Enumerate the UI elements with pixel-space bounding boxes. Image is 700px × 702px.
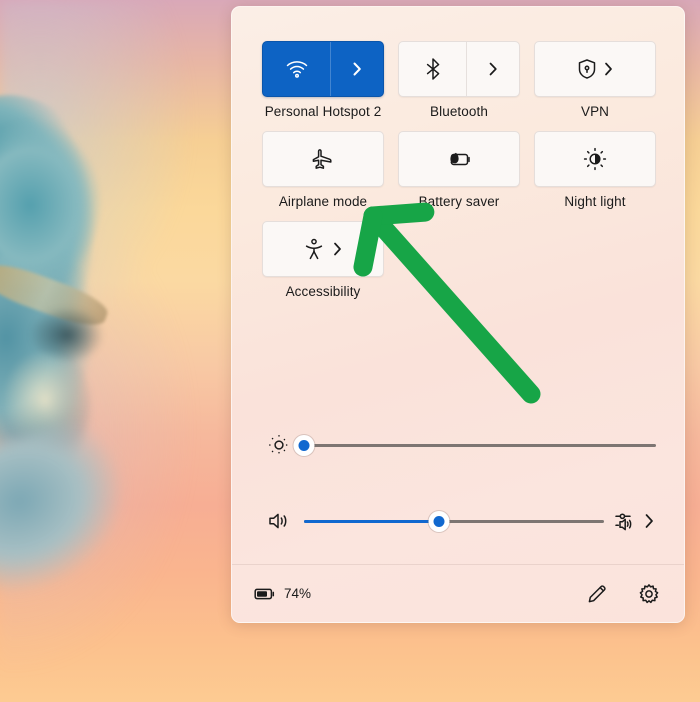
brightness-icon	[262, 434, 296, 456]
audio-output-picker[interactable]	[610, 510, 656, 532]
tile-cell-empty	[534, 221, 656, 300]
tile-bluetooth-toggle[interactable]	[399, 42, 466, 96]
quick-settings-tile-grid: Personal Hotspot 2 Bluetooth VPN Airplan…	[262, 41, 656, 311]
tile-label-airplane-mode: Airplane mode	[278, 194, 368, 209]
shield-lock-icon	[578, 59, 595, 79]
volume-icon	[262, 510, 296, 532]
tile-night-light-toggle[interactable]	[535, 132, 655, 186]
tile-cell-airplane-mode: Airplane mode	[262, 131, 384, 210]
tile-bluetooth-expand[interactable]	[466, 42, 519, 96]
tile-cell-battery-saver: Battery saver	[398, 131, 520, 210]
chevron-right-icon	[645, 514, 653, 528]
tile-personal-hotspot-2-toggle[interactable]	[263, 42, 330, 96]
sun-night-icon	[583, 147, 607, 171]
tile-cell-accessibility: Accessibility	[262, 221, 384, 300]
tile-cell-night-light: Night light	[534, 131, 656, 210]
tile-vpn-toggle[interactable]	[535, 42, 655, 96]
tile-row: Personal Hotspot 2 Bluetooth VPN	[262, 41, 656, 120]
tile-bluetooth[interactable]	[398, 41, 520, 97]
tile-label-personal-hotspot-2: Personal Hotspot 2	[264, 104, 382, 119]
tile-label-battery-saver: Battery saver	[418, 194, 500, 209]
edit-quick-settings-button[interactable]	[584, 581, 610, 607]
brightness-thumb[interactable]	[293, 434, 315, 456]
tile-vpn[interactable]	[534, 41, 656, 97]
airplane-icon	[312, 149, 332, 169]
wifi-icon	[286, 61, 307, 78]
tile-battery-saver-toggle[interactable]	[399, 132, 519, 186]
battery-percent-label: 74%	[284, 586, 312, 601]
audio-output-picker-icon	[615, 513, 632, 531]
tile-night-light[interactable]	[534, 131, 656, 187]
volume-fill	[304, 519, 439, 523]
chevron-right-icon	[604, 62, 612, 76]
tile-row: Accessibility	[262, 221, 656, 300]
accessibility-person-icon	[305, 238, 322, 260]
battery-status[interactable]: 74%	[254, 586, 311, 602]
chevron-right-icon	[333, 242, 341, 256]
tile-airplane-mode[interactable]	[262, 131, 384, 187]
brightness-slider[interactable]	[293, 433, 656, 457]
tile-label-bluetooth: Bluetooth	[430, 104, 488, 119]
volume-thumb[interactable]	[428, 510, 450, 532]
tile-label-vpn: VPN	[580, 104, 610, 119]
tile-cell-bluetooth: Bluetooth	[398, 41, 520, 120]
chevron-right-icon	[353, 62, 361, 76]
tile-personal-hotspot-2-expand[interactable]	[330, 42, 383, 96]
tile-accessibility-toggle[interactable]	[263, 222, 383, 276]
bluetooth-icon	[426, 58, 439, 80]
tile-cell-empty	[398, 221, 520, 300]
battery-icon	[254, 588, 275, 599]
volume-slider[interactable]	[304, 509, 604, 533]
volume-slider-row	[262, 504, 656, 538]
footer-actions	[584, 581, 662, 607]
gear-icon	[639, 583, 659, 603]
tile-cell-vpn: VPN	[534, 41, 656, 120]
tile-battery-saver[interactable]	[398, 131, 520, 187]
tile-airplane-mode-toggle[interactable]	[263, 132, 383, 186]
brightness-slider-row	[262, 428, 656, 462]
quick-settings-footer: 74%	[232, 564, 684, 622]
battery-leaf-icon	[450, 152, 470, 166]
tile-accessibility[interactable]	[262, 221, 384, 277]
chevron-right-icon	[489, 62, 497, 76]
tile-row: Airplane mode Battery saver Night light	[262, 131, 656, 210]
tile-label-accessibility: Accessibility	[285, 284, 361, 299]
brightness-track[interactable]	[304, 443, 656, 447]
tile-personal-hotspot-2[interactable]	[262, 41, 384, 97]
open-settings-button[interactable]	[636, 581, 662, 607]
tile-label-night-light: Night light	[564, 194, 626, 209]
pencil-icon	[588, 584, 606, 602]
quick-settings-panel: Personal Hotspot 2 Bluetooth VPN Airplan…	[231, 6, 685, 623]
tile-cell-personal-hotspot-2: Personal Hotspot 2	[262, 41, 384, 120]
